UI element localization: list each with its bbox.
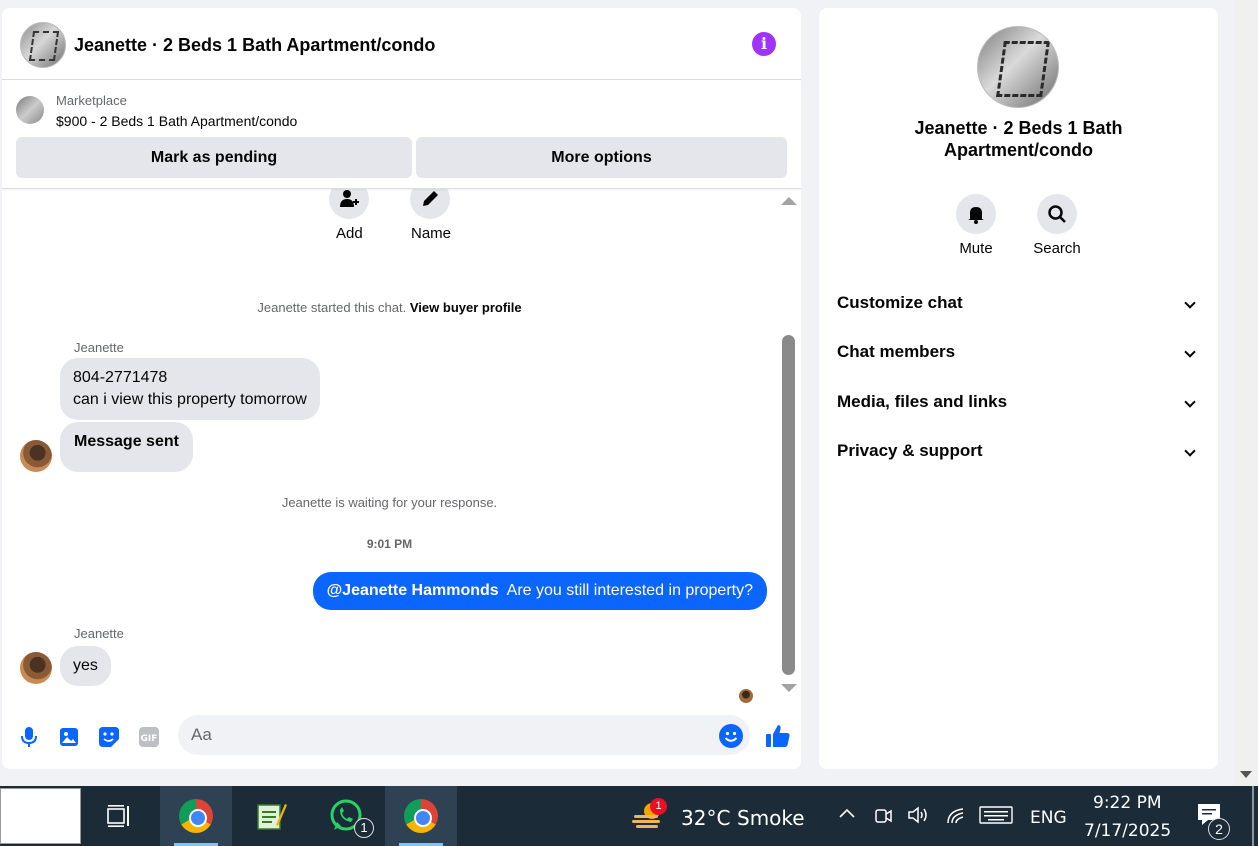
sender-name: Jeanette — [74, 340, 124, 355]
mention-tag[interactable]: @Jeanette Hammonds — [327, 582, 499, 599]
conversation-title: Jeanette · 2 Beds 1 Bath Apartment/condo — [914, 118, 1123, 160]
privacy-support-section[interactable]: Privacy & support — [819, 431, 1218, 471]
gif-icon[interactable]: GIF — [138, 726, 160, 748]
chat-members-section[interactable]: Chat members — [819, 332, 1218, 372]
clock-time[interactable]: 9:22 PM — [1093, 793, 1162, 813]
search-icon — [1048, 205, 1066, 223]
notifications-badge: 2 — [1208, 818, 1230, 840]
notepad-icon — [257, 804, 287, 830]
message-line: can i view this property tomorrow — [73, 391, 307, 408]
input-language[interactable]: ENG — [1030, 808, 1067, 828]
pencil-icon — [423, 191, 438, 206]
sticker-icon[interactable] — [98, 726, 120, 748]
weather-badge: 1 — [650, 798, 667, 815]
message-timestamp: 9:01 PM — [366, 537, 413, 551]
chevron-down-icon — [1184, 346, 1196, 358]
sender-name: Jeanette — [74, 626, 124, 641]
info-icon[interactable]: i — [752, 32, 776, 56]
taskbar-notepad[interactable] — [235, 786, 307, 846]
weather-widget-icon[interactable]: 1 — [618, 786, 678, 846]
chevron-down-icon — [1184, 396, 1196, 408]
section-label: Customize chat — [837, 293, 963, 312]
chevron-down-icon — [1184, 297, 1196, 309]
message-text: Are you still interested in property? — [506, 582, 753, 599]
taskbar-whatsapp[interactable]: 1 — [310, 786, 382, 846]
message-composer: GIF — [2, 708, 801, 764]
page-scroll-down-arrow-icon[interactable] — [1240, 771, 1252, 778]
listing-source: Marketplace — [56, 93, 127, 108]
chat-started-text: Jeanette started this chat. — [257, 300, 407, 315]
scroll-up-arrow-icon[interactable] — [781, 197, 797, 205]
taskbar-chrome-profile-2[interactable] — [385, 786, 457, 846]
windows-taskbar: 1 1 32°C Smoke ENG 9:22 PM 7/17/2025 2 — [0, 786, 1258, 846]
bell-icon — [968, 207, 984, 224]
mute-button[interactable]: Mute — [936, 194, 1016, 257]
svg-text:GIF: GIF — [141, 734, 158, 744]
marketplace-listing-bar: Marketplace $900 - 2 Beds 1 Bath Apartme… — [2, 81, 801, 189]
outgoing-message[interactable]: @Jeanette Hammonds Are you still interest… — [312, 572, 767, 610]
microphone-icon[interactable] — [18, 726, 40, 748]
chrome-icon — [404, 799, 438, 833]
photo-icon[interactable] — [58, 726, 80, 748]
meet-now-icon[interactable] — [873, 805, 893, 830]
conversation-info-panel: Jeanette · 2 Beds 1 Bath Apartment/condo… — [819, 8, 1218, 769]
message-list[interactable]: Add Name Jeanette started this chat. Vie… — [2, 179, 777, 703]
section-label: Media, files and links — [837, 392, 1008, 411]
incoming-message[interactable]: 804-2771478 can i view this property tom… — [60, 358, 320, 420]
customize-chat-section[interactable]: Customize chat — [819, 283, 1218, 323]
listing-thumbnail[interactable] — [16, 96, 44, 124]
section-label: Privacy & support — [837, 441, 983, 460]
show-desktop-button[interactable] — [1252, 786, 1254, 846]
incoming-message[interactable]: yes — [60, 646, 111, 686]
task-view-icon — [107, 805, 129, 827]
chat-started-notice: Jeanette started this chat. View buyer p… — [2, 300, 777, 315]
mute-label: Mute — [959, 240, 993, 257]
whatsapp-badge: 1 — [354, 818, 374, 838]
listing-price-title[interactable]: $900 - 2 Beds 1 Bath Apartment/condo — [56, 113, 297, 129]
thumbs-up-icon[interactable] — [765, 723, 791, 749]
chat-header: Jeanette · 2 Beds 1 Bath Apartment/condo… — [2, 8, 801, 80]
mark-as-pending-button[interactable]: Mark as pending — [16, 137, 412, 178]
taskbar-chrome-profile-1[interactable] — [160, 786, 232, 846]
volume-icon[interactable] — [907, 805, 931, 830]
view-buyer-profile-link[interactable]: View buyer profile — [410, 300, 522, 315]
conversation-avatar[interactable] — [20, 22, 66, 68]
search-label: Search — [1033, 240, 1081, 257]
clock-date[interactable]: 7/17/2025 — [1084, 821, 1171, 841]
add-label: Add — [336, 225, 363, 242]
media-files-links-section[interactable]: Media, files and links — [819, 382, 1218, 422]
incoming-message[interactable]: Message sent — [60, 422, 193, 472]
seen-indicator-avatar — [739, 689, 753, 703]
taskbar-search-box[interactable] — [0, 788, 81, 844]
conversation-title[interactable]: Jeanette · 2 Beds 1 Bath Apartment/condo — [74, 35, 435, 56]
chevron-down-icon — [1184, 445, 1196, 457]
search-in-conversation-button[interactable]: Search — [1017, 194, 1097, 257]
wifi-icon[interactable] — [945, 805, 967, 830]
page-scrollbar[interactable] — [1234, 0, 1258, 786]
conversation-avatar-large[interactable] — [977, 26, 1059, 108]
message-line: 804-2771478 — [73, 369, 168, 386]
chat-panel: Jeanette · 2 Beds 1 Bath Apartment/condo… — [2, 8, 801, 769]
name-label: Name — [411, 225, 452, 242]
waiting-notice: Jeanette is waiting for your response. — [281, 495, 498, 510]
add-person-icon — [340, 190, 359, 207]
scroll-down-arrow-icon[interactable] — [781, 684, 797, 692]
task-view-button[interactable] — [83, 786, 155, 846]
temperature[interactable]: 32°C — [681, 806, 730, 830]
weather-condition[interactable]: Smoke — [737, 806, 805, 830]
emoji-icon[interactable] — [719, 724, 743, 748]
sender-avatar[interactable] — [20, 652, 52, 684]
show-hidden-icons-chevron-up-icon[interactable] — [837, 804, 857, 829]
message-scrollbar[interactable] — [778, 189, 798, 699]
touch-keyboard-icon[interactable] — [979, 806, 1013, 829]
section-label: Chat members — [837, 342, 956, 361]
chrome-icon — [179, 799, 213, 833]
sender-avatar[interactable] — [20, 440, 52, 472]
more-options-button[interactable]: More options — [416, 137, 787, 178]
message-input[interactable] — [178, 715, 750, 755]
scrollbar-thumb[interactable] — [782, 335, 795, 675]
